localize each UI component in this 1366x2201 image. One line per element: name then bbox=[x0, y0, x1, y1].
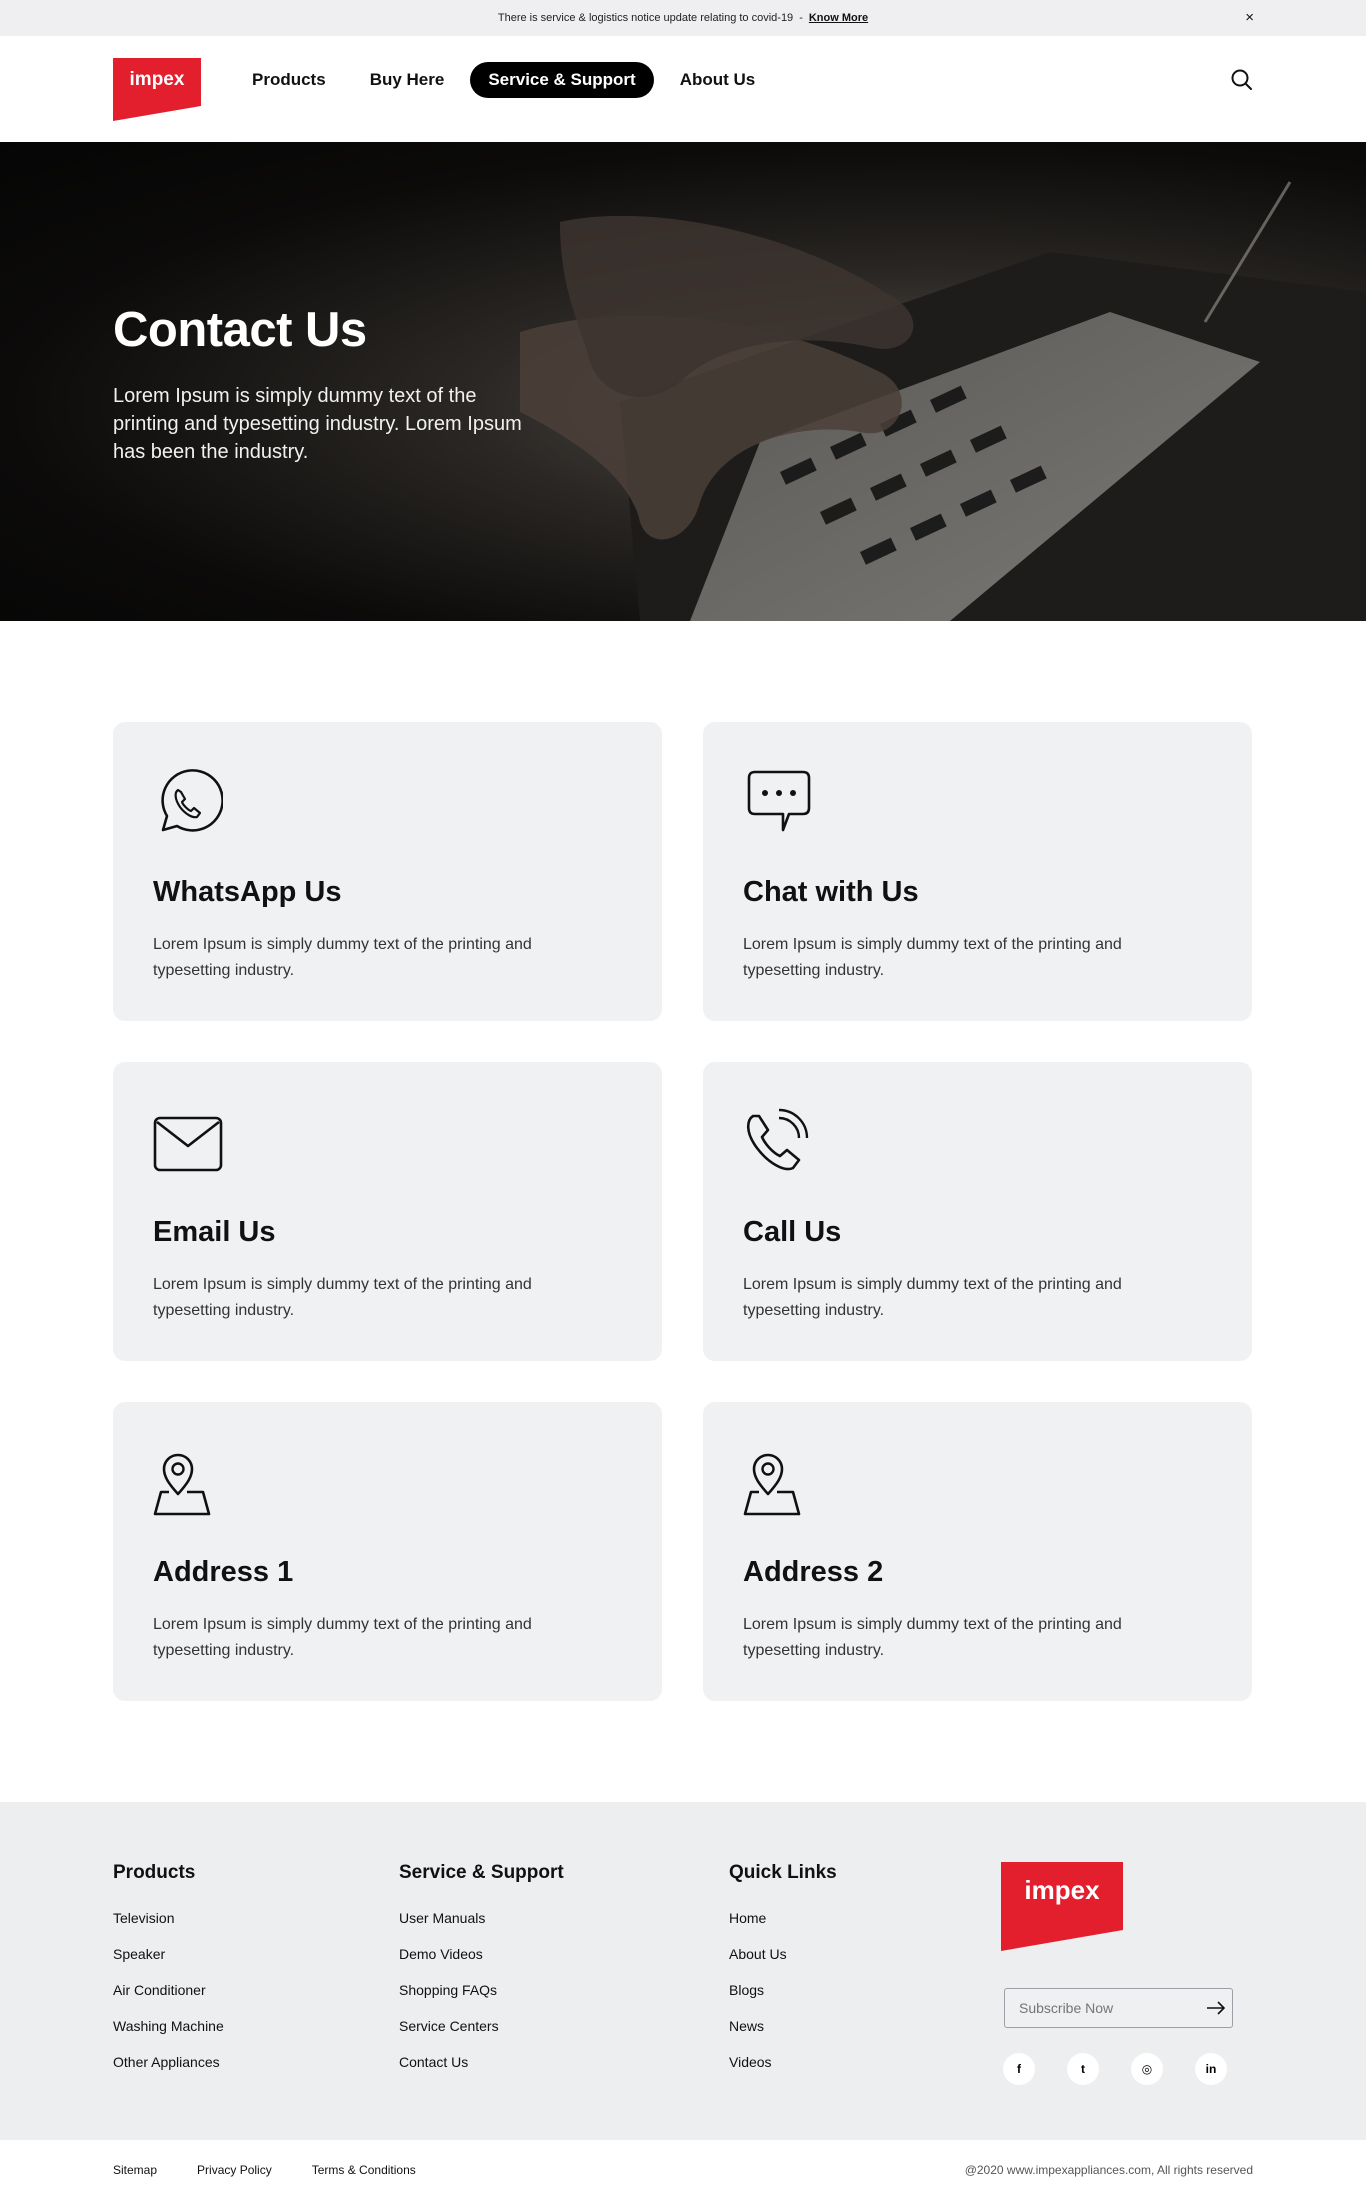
footer-impex-logo[interactable]: impex bbox=[1001, 1862, 1123, 1951]
card-title: Email Us bbox=[153, 1216, 276, 1248]
footer-link[interactable]: News bbox=[729, 2016, 837, 2052]
footer-link[interactable]: Demo Videos bbox=[399, 1944, 564, 1980]
social-links: f t ◎ in bbox=[1003, 2053, 1227, 2085]
footer-service-column: Service & Support User Manuals Demo Vide… bbox=[399, 1862, 564, 2088]
search-icon[interactable] bbox=[1228, 66, 1256, 94]
whatsapp-icon bbox=[161, 769, 223, 832]
chat-icon bbox=[747, 770, 811, 832]
footer-link[interactable]: Home bbox=[729, 1908, 837, 1944]
card-email[interactable]: Email Us Lorem Ipsum is simply dummy tex… bbox=[113, 1062, 662, 1361]
location-pin-icon bbox=[743, 1453, 801, 1516]
footer-link[interactable]: Television bbox=[113, 1908, 224, 1944]
location-pin-icon bbox=[153, 1453, 211, 1516]
footer-link[interactable]: Contact Us bbox=[399, 2052, 564, 2088]
card-title: Address 1 bbox=[153, 1556, 294, 1588]
card-chat[interactable]: Chat with Us Lorem Ipsum is simply dummy… bbox=[703, 722, 1252, 1021]
footer-link[interactable]: Service Centers bbox=[399, 2016, 564, 2052]
phone-icon bbox=[746, 1108, 809, 1171]
twitter-icon[interactable]: t bbox=[1067, 2053, 1099, 2085]
footer-heading: Quick Links bbox=[729, 1862, 837, 1883]
hero-title: Contact Us bbox=[113, 303, 367, 357]
nav-buy-here[interactable]: Buy Here bbox=[352, 62, 463, 98]
subscribe-input[interactable] bbox=[1005, 1989, 1200, 2027]
nav-about-us[interactable]: About Us bbox=[662, 62, 774, 98]
footer-link[interactable]: Videos bbox=[729, 2052, 837, 2088]
footer-quick-links-column: Quick Links Home About Us Blogs News Vid… bbox=[729, 1862, 837, 2088]
footer-link[interactable]: Air Conditioner bbox=[113, 1980, 224, 2016]
footer-link[interactable]: About Us bbox=[729, 1944, 837, 1980]
notice-bar: There is service & logistics notice upda… bbox=[0, 0, 1366, 36]
footer-link[interactable]: Shopping FAQs bbox=[399, 1980, 564, 2016]
subscribe-form bbox=[1004, 1988, 1233, 2028]
hero-banner: Contact Us Lorem Ipsum is simply dummy t… bbox=[0, 142, 1366, 621]
card-title: Address 2 bbox=[743, 1556, 884, 1588]
footer-heading: Products bbox=[113, 1862, 196, 1883]
footer-link[interactable]: Other Appliances bbox=[113, 2052, 224, 2088]
nav-products[interactable]: Products bbox=[234, 62, 344, 98]
bottom-bar: Sitemap Privacy Policy Terms & Condition… bbox=[0, 2140, 1366, 2201]
card-title: WhatsApp Us bbox=[153, 876, 342, 908]
footer-heading: Service & Support bbox=[399, 1862, 564, 1883]
email-icon bbox=[153, 1116, 223, 1172]
card-title: Chat with Us bbox=[743, 876, 919, 908]
card-text: Lorem Ipsum is simply dummy text of the … bbox=[153, 1276, 532, 1319]
sitemap-link[interactable]: Sitemap bbox=[113, 2163, 157, 2177]
card-call[interactable]: Call Us Lorem Ipsum is simply dummy text… bbox=[703, 1062, 1252, 1361]
terms-link[interactable]: Terms & Conditions bbox=[312, 2163, 416, 2177]
card-title: Call Us bbox=[743, 1216, 842, 1248]
footer-link[interactable]: Speaker bbox=[113, 1944, 224, 1980]
footer-link[interactable]: Blogs bbox=[729, 1980, 837, 2016]
card-text: Lorem Ipsum is simply dummy text of the … bbox=[743, 1276, 1122, 1319]
notice-separator: - bbox=[799, 12, 803, 24]
site-header: impex Products Buy Here Service & Suppor… bbox=[0, 36, 1366, 142]
footer-products-column: Products Television Speaker Air Conditio… bbox=[113, 1862, 224, 2088]
linkedin-icon[interactable]: in bbox=[1195, 2053, 1227, 2085]
card-text: Lorem Ipsum is simply dummy text of the … bbox=[743, 1616, 1122, 1659]
copyright-text: @2020 www.impexappliances.com, All right… bbox=[964, 2163, 1253, 2177]
footer-logo-text: impex bbox=[1024, 1875, 1100, 1905]
contact-cards: WhatsApp Us Lorem Ipsum is simply dummy … bbox=[113, 722, 1253, 1701]
legal-links: Sitemap Privacy Policy Terms & Condition… bbox=[113, 2163, 416, 2177]
main-nav: Products Buy Here Service & Support Abou… bbox=[234, 62, 773, 98]
notice-text: There is service & logistics notice upda… bbox=[497, 12, 794, 24]
close-icon[interactable]: × bbox=[1245, 9, 1254, 26]
site-footer: Products Television Speaker Air Conditio… bbox=[0, 1802, 1366, 2140]
instagram-icon[interactable]: ◎ bbox=[1131, 2053, 1163, 2085]
footer-link[interactable]: User Manuals bbox=[399, 1908, 564, 1944]
card-text: Lorem Ipsum is simply dummy text of the … bbox=[153, 1616, 532, 1659]
card-address-1[interactable]: Address 1 Lorem Ipsum is simply dummy te… bbox=[113, 1402, 662, 1701]
arrow-right-icon[interactable] bbox=[1200, 1989, 1232, 2027]
card-text: Lorem Ipsum is simply dummy text of the … bbox=[153, 936, 532, 979]
logo-text: impex bbox=[130, 69, 185, 90]
impex-logo[interactable]: impex bbox=[113, 58, 201, 121]
card-address-2[interactable]: Address 2 Lorem Ipsum is simply dummy te… bbox=[703, 1402, 1252, 1701]
card-text: Lorem Ipsum is simply dummy text of the … bbox=[743, 936, 1122, 979]
card-whatsapp[interactable]: WhatsApp Us Lorem Ipsum is simply dummy … bbox=[113, 722, 662, 1021]
facebook-icon[interactable]: f bbox=[1003, 2053, 1035, 2085]
hero-text: Lorem Ipsum is simply dummy text of the … bbox=[113, 385, 522, 463]
privacy-policy-link[interactable]: Privacy Policy bbox=[197, 2163, 272, 2177]
footer-link[interactable]: Washing Machine bbox=[113, 2016, 224, 2052]
know-more-link[interactable]: Know More bbox=[809, 12, 868, 24]
nav-service-support[interactable]: Service & Support bbox=[470, 62, 654, 98]
